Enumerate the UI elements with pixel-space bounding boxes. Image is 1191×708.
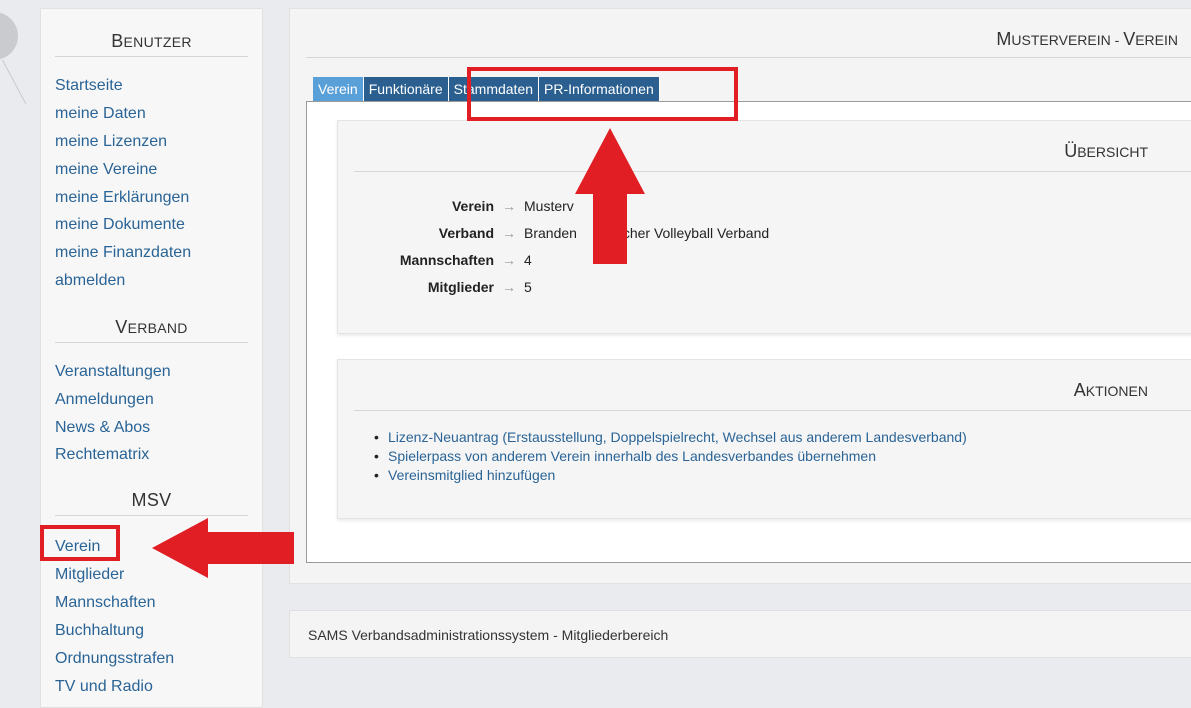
tab-funktionaere[interactable]: Funktionäre	[363, 77, 449, 101]
sidebar-item-anmeldungen[interactable]: Anmeldungen	[55, 390, 154, 410]
tab-content: ÜBERSICHT Verein → Musterv Verband → Bra…	[306, 101, 1191, 563]
sidebar-heading-benutzer: BENUTZER	[55, 31, 248, 57]
action-link-spielerpass[interactable]: Spielerpass von anderem Verein innerhalb…	[388, 448, 876, 464]
arrow-icon: →	[502, 225, 516, 241]
sidebar-item-rechtematrix[interactable]: Rechtematrix	[55, 445, 149, 465]
sidebar-link[interactable]: Mannschaften	[55, 594, 156, 611]
info-value: Musterv	[524, 198, 574, 214]
sidebar-heading-msv: MSV	[55, 490, 248, 516]
arrow-icon: →	[502, 252, 516, 268]
heading-rest: ERBAND	[127, 320, 188, 336]
actions-title: AKTIONEN	[1074, 380, 1148, 401]
main-panel: MUSTERVEREIN - VEREIN Verein Funktionäre…	[289, 8, 1191, 584]
sidebar-link[interactable]: TV und Radio	[55, 678, 153, 695]
sidebar-item-verein[interactable]: Verein	[55, 537, 100, 557]
title-divider	[306, 57, 1191, 58]
sidebar-item-meine-lizenzen[interactable]: meine Lizenzen	[55, 132, 167, 152]
title-initial: A	[1073, 380, 1086, 400]
heading-initial: MSV	[131, 490, 172, 510]
title-initial: V	[1123, 29, 1136, 49]
sidebar-item-mannschaften[interactable]: Mannschaften	[55, 593, 156, 613]
sidebar-item-mitglieder[interactable]: Mitglieder	[55, 565, 124, 585]
info-value: Branden scher Volleyball Verband	[524, 225, 770, 241]
sidebar-link[interactable]: meine Vereine	[55, 161, 157, 178]
sidebar-link[interactable]: meine Lizenzen	[55, 133, 167, 150]
sidebar-link[interactable]: Verein	[55, 538, 100, 555]
sidebar-item-meine-erklaerungen[interactable]: meine Erklärungen	[55, 188, 189, 208]
overview-card: ÜBERSICHT Verein → Musterv Verband → Bra…	[337, 120, 1191, 334]
sidebar-item-ordnungsstrafen[interactable]: Ordnungsstrafen	[55, 649, 174, 669]
tab-pr-informationen[interactable]: PR-Informationen	[539, 77, 660, 101]
sidebar-link[interactable]: Rechtematrix	[55, 446, 149, 463]
tab-bar: Verein Funktionäre Stammdaten PR-Informa…	[313, 77, 660, 101]
page-title: MUSTERVEREIN - VEREIN	[996, 29, 1178, 50]
arrow-icon: →	[502, 198, 516, 214]
info-row-verein: Verein → Musterv	[338, 196, 574, 216]
sidebar-link[interactable]: meine Finanzdaten	[55, 244, 191, 261]
sidebar-link[interactable]: Veranstaltungen	[55, 363, 171, 380]
heading-initial: B	[111, 31, 124, 51]
footer: SAMS Verbandsadministrationssystem - Mit…	[289, 610, 1191, 658]
red-arrow-left-icon	[152, 518, 294, 578]
title-rest: BERSICHT	[1077, 144, 1148, 160]
sidebar-item-meine-dokumente[interactable]: meine Dokumente	[55, 215, 185, 235]
info-row-mannschaften: Mannschaften → 4	[338, 250, 532, 270]
info-label: Mannschaften	[399, 252, 494, 268]
title-initial: M	[996, 29, 1012, 49]
overview-divider	[354, 171, 1191, 172]
sidebar-item-news-abos[interactable]: News & Abos	[55, 418, 150, 438]
sidebar-item-buchhaltung[interactable]: Buchhaltung	[55, 621, 144, 641]
sidebar-link[interactable]: Ordnungsstrafen	[55, 650, 174, 667]
action-item: Vereinsmitglied hinzufügen	[372, 466, 967, 485]
sidebar-item-meine-vereine[interactable]: meine Vereine	[55, 160, 157, 180]
tab-verein[interactable]: Verein	[313, 77, 364, 101]
heading-rest: ENUTZER	[123, 34, 192, 50]
title-rest: USTERVEREIN -	[1011, 32, 1124, 48]
actions-list: Lizenz-Neuantrag (Erstausstellung, Doppe…	[372, 428, 967, 485]
sidebar-item-startseite[interactable]: Startseite	[55, 76, 123, 96]
sidebar-link[interactable]: Mitglieder	[55, 566, 124, 583]
decorative-line	[2, 59, 27, 105]
sidebar-link[interactable]: Startseite	[55, 77, 123, 94]
title-rest: KTIONEN	[1085, 383, 1148, 399]
sidebar-link[interactable]: Buchhaltung	[55, 622, 144, 639]
actions-divider	[354, 410, 1191, 411]
action-link-lizenz-neuantrag[interactable]: Lizenz-Neuantrag (Erstausstellung, Doppe…	[388, 429, 967, 445]
decorative-circle	[0, 12, 18, 60]
action-item: Spielerpass von anderem Verein innerhalb…	[372, 447, 967, 466]
actions-card: AKTIONEN Lizenz-Neuantrag (Erstausstellu…	[337, 359, 1191, 519]
sidebar-link[interactable]: Anmeldungen	[55, 391, 154, 408]
sidebar-item-tv-und-radio[interactable]: TV und Radio	[55, 677, 153, 697]
info-label: Mitglieder	[427, 279, 494, 295]
red-arrow-up-icon	[575, 128, 645, 264]
arrow-icon: →	[502, 279, 516, 295]
sidebar-link[interactable]: abmelden	[55, 272, 125, 289]
sidebar-item-meine-daten[interactable]: meine Daten	[55, 104, 146, 124]
heading-initial: V	[115, 317, 128, 337]
info-value: 4	[524, 252, 532, 268]
tab-stammdaten[interactable]: Stammdaten	[448, 77, 540, 101]
info-row-mitglieder: Mitglieder → 5	[338, 277, 532, 297]
info-row-verband: Verband → Branden scher Volleyball Verba…	[338, 223, 769, 243]
sidebar-heading-verband: VERBAND	[55, 317, 248, 343]
info-label: Verband	[438, 225, 494, 241]
sidebar-item-abmelden[interactable]: abmelden	[55, 271, 125, 291]
info-label: Verein	[451, 198, 494, 214]
overview-title: ÜBERSICHT	[1064, 141, 1148, 162]
sidebar-item-veranstaltungen[interactable]: Veranstaltungen	[55, 362, 171, 382]
footer-text: SAMS Verbandsadministrationssystem - Mit…	[308, 627, 669, 643]
sidebar-link[interactable]: News & Abos	[55, 419, 150, 436]
sidebar-link[interactable]: meine Erklärungen	[55, 189, 189, 206]
sidebar-link[interactable]: meine Dokumente	[55, 216, 185, 233]
action-link-vereinsmitglied[interactable]: Vereinsmitglied hinzufügen	[388, 467, 555, 483]
action-item: Lizenz-Neuantrag (Erstausstellung, Doppe…	[372, 428, 967, 447]
sidebar-link[interactable]: meine Daten	[55, 105, 146, 122]
sidebar-item-meine-finanzdaten[interactable]: meine Finanzdaten	[55, 243, 191, 263]
title-initial: Ü	[1064, 141, 1078, 161]
title-rest: EREIN	[1135, 32, 1178, 48]
sidebar: BENUTZER Startseite meine Daten meine Li…	[40, 8, 263, 708]
info-value: 5	[524, 279, 532, 295]
